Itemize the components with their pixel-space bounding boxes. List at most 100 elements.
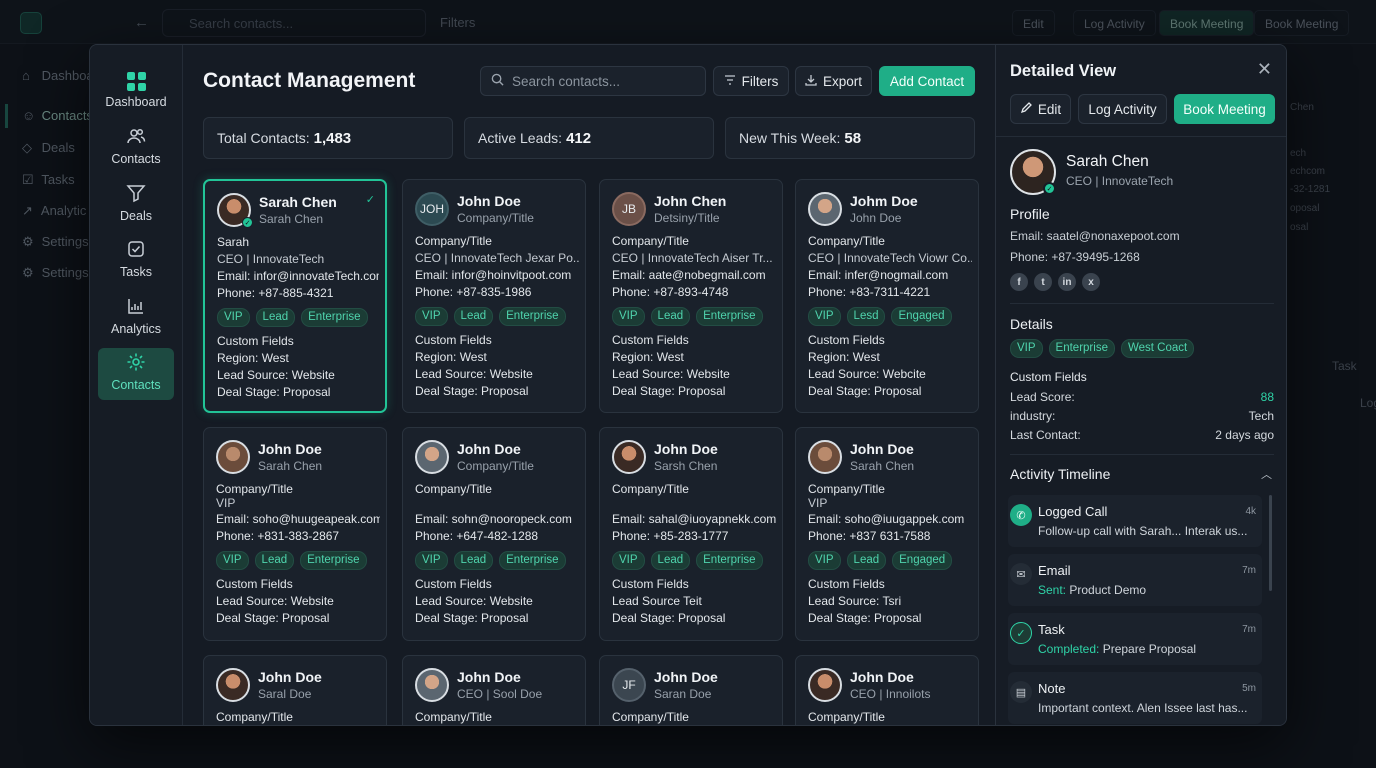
background-fragment: oposal (1290, 203, 1320, 214)
custom-field: Lead Source: Website (612, 367, 730, 381)
timeline-desc: Follow-up call with Sarah... Interak us.… (1038, 524, 1248, 538)
stat-label: Active Leads: (478, 130, 563, 146)
contact-email: Email: infer@nogmail.com (808, 268, 949, 282)
background-nav-deals: ◇ Deals (22, 140, 75, 155)
timeline-item[interactable]: ▤ Note Important context. Alen Issee las… (1008, 672, 1262, 724)
export-button[interactable]: Export (795, 66, 872, 96)
nav-analytics[interactable]: Analytics (98, 292, 174, 344)
tag: VIP (415, 551, 448, 570)
contact-name: John Doe (654, 669, 718, 685)
book-meeting-button[interactable]: Book Meeting (1174, 94, 1275, 124)
contact-line: VIP (216, 498, 236, 510)
tag: Lesd (846, 307, 886, 326)
contact-subtitle: CEO | Innoilots (850, 687, 931, 701)
nav-dashboard[interactable]: Dashboard (98, 65, 174, 117)
nav-label: Analytics (110, 322, 162, 336)
contact-card[interactable]: John Doe Company/Title Company/Title Ema… (402, 427, 586, 641)
contact-card[interactable]: ✓ ✓ Sarah Chen Sarah Chen Sarah CEO | In… (203, 179, 387, 413)
field-last-contact: Last Contact: 2 days ago (1010, 428, 1274, 442)
timeline-prefix: Completed: (1038, 642, 1100, 656)
tag: VIP (808, 307, 841, 326)
contact-subtitle: John Doe (850, 211, 902, 225)
tag: West Coact (1120, 339, 1195, 358)
pencil-icon (1020, 101, 1032, 117)
nav-tasks[interactable]: Tasks (98, 235, 174, 287)
custom-fields-heading: Custom Fields (216, 577, 293, 591)
contact-line: Company/Title (808, 482, 885, 496)
contact-phone: Phone: +837 631-7588 (808, 529, 931, 543)
contact-email: Email: infor@innovateTech.com (217, 269, 379, 283)
custom-fields-heading: Custom Fields (1010, 370, 1087, 384)
search-input[interactable] (512, 73, 692, 89)
background-nav-tasks: ☑ Tasks (22, 172, 75, 187)
profile-phone: Phone: +87-39495-1268 (1010, 250, 1140, 264)
chart-icon (126, 296, 146, 320)
nav-label: Tasks (120, 265, 152, 279)
contact-line: Company/Title (216, 482, 293, 496)
filters-button[interactable]: Filters (713, 66, 789, 96)
edit-button[interactable]: Edit (1010, 94, 1071, 124)
custom-field: Deal Stage: Proposal (415, 384, 529, 398)
tag: Enterprise (696, 307, 763, 326)
nav-deals[interactable]: Deals (98, 179, 174, 231)
contact-card[interactable]: John Doe Saral Doe Company/Title (203, 655, 387, 725)
contact-phone: Phone: +83-7311-4221 (808, 285, 931, 299)
contact-card[interactable]: John Doe Sarah Chen Company/Title VIP Em… (795, 427, 979, 641)
contact-line: CEO | InnovateTech (217, 252, 325, 266)
nav-contacts[interactable]: Contacts (98, 122, 174, 174)
contact-subtitle: Sarah Chen (259, 212, 324, 226)
timeline-scrollbar[interactable] (1269, 495, 1272, 591)
stat-label: Total Contacts: (217, 130, 310, 146)
nav-settings-contacts[interactable]: Contacts (98, 348, 174, 400)
tag: Enterprise (300, 551, 367, 570)
timeline-prefix: Sent: (1038, 583, 1067, 597)
divider (1010, 303, 1274, 304)
contact-card[interactable]: JOH John Doe Company/Title Company/Title… (402, 179, 586, 413)
twitter-icon[interactable]: t (1034, 273, 1052, 291)
contact-line: Company/Title (808, 710, 885, 724)
timeline-item[interactable]: ✉ Email Sent: Product Demo 7m (1008, 554, 1262, 606)
contact-subtitle: Detsiny/Title (654, 211, 720, 225)
social-links: f t in x (1010, 273, 1100, 291)
linkedin-icon[interactable]: in (1058, 273, 1076, 291)
contact-card[interactable]: Johm Doe John Doe Company/Title CEO | In… (795, 179, 979, 413)
facebook-icon[interactable]: f (1010, 273, 1028, 291)
contact-card[interactable]: John Doe Sarsh Chen Company/Title Email:… (599, 427, 783, 641)
add-contact-button[interactable]: Add Contact (879, 66, 975, 96)
contact-email: Email: infor@hoinvitpoot.com (415, 268, 572, 282)
background-fragment: Task (1332, 359, 1357, 373)
custom-fields-heading: Custom Fields (612, 577, 689, 591)
contact-card[interactable]: John Doe CEO | Sool Doe Company/Title (402, 655, 586, 725)
chevron-up-icon[interactable]: ︿ (1261, 466, 1272, 482)
contact-card[interactable]: John Doe CEO | Innoilots Company/Title (795, 655, 979, 725)
contact-card[interactable]: JB John Chen Detsiny/Title Company/Title… (599, 179, 783, 413)
field-value: 2 days ago (1215, 428, 1274, 442)
background-fragment: ech (1290, 148, 1307, 159)
avatar: JB (612, 192, 646, 226)
x-icon[interactable]: x (1082, 273, 1100, 291)
log-activity-button[interactable]: Log Activity (1078, 94, 1167, 124)
close-icon[interactable]: ✕ (1257, 59, 1272, 80)
contact-card[interactable]: JF John Doe Saran Doe Company/Title (599, 655, 783, 725)
tag: VIP (216, 551, 249, 570)
contact-subtitle: CEO | Sool Doe (457, 687, 543, 701)
tag: Enterprise (499, 551, 566, 570)
background-nav-dashboard: ⌂ Dashboa (22, 68, 94, 83)
contact-name: Sarah Chen (259, 194, 337, 210)
back-arrow-icon: ← (134, 14, 149, 31)
tag: VIP (415, 307, 448, 326)
contact-name: John Doe (457, 669, 521, 685)
verified-icon: ✓ (1043, 182, 1056, 195)
search-bar[interactable] (480, 66, 706, 96)
timeline-item[interactable]: ✆ Logged Call Follow-up call with Sarah.… (1008, 495, 1262, 547)
contact-subtitle: Sarah Chen (258, 459, 323, 473)
divider (996, 136, 1286, 137)
tag: Lead (453, 551, 494, 570)
contact-line: Company/Title (612, 482, 689, 496)
field-industry: industry: Tech (1010, 409, 1274, 423)
timeline-item[interactable]: ✓ Task Completed: Prepare Proposal 7m (1008, 613, 1262, 665)
timeline-desc: Completed: Prepare Proposal (1038, 642, 1258, 656)
tag: Lead (255, 308, 296, 327)
contact-card[interactable]: John Doe Sarah Chen Company/Title VIP Em… (203, 427, 387, 641)
tag: Lead (650, 551, 691, 570)
